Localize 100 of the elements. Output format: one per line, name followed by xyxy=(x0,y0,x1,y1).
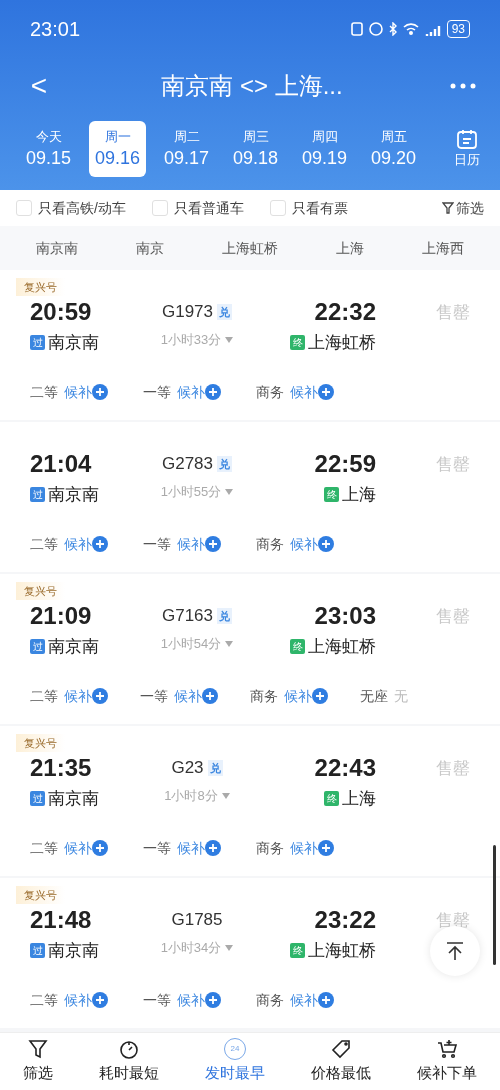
timer-icon xyxy=(118,1038,140,1061)
terminal-mark: 终 xyxy=(324,791,339,807)
arrival-station: 上海虹桥 xyxy=(308,332,376,354)
train-number: G2783 xyxy=(161,453,213,476)
waitlist-link[interactable]: 候补 xyxy=(290,837,318,859)
departure-time: 21:04 xyxy=(30,449,93,479)
checkbox[interactable] xyxy=(269,200,286,216)
departure-time: 21:48 xyxy=(30,905,93,935)
cart-icon xyxy=(436,1038,458,1061)
exchange-badge: 兑 xyxy=(217,607,232,625)
terminal-mark: 终 xyxy=(324,487,339,503)
seat-class: 商务 xyxy=(256,382,284,402)
date-tab[interactable]: 周三 09.18 xyxy=(227,121,284,177)
seat-class: 商务 xyxy=(256,534,284,554)
plus-icon xyxy=(205,840,221,856)
caret-icon[interactable] xyxy=(225,336,234,343)
departure-station: 南京南 xyxy=(48,940,99,962)
filter-option[interactable]: 只看普通车 xyxy=(173,197,244,219)
date-tab[interactable]: 周二 09.17 xyxy=(158,121,215,177)
travel-duration: 1小时33分 xyxy=(160,331,222,349)
plus-icon xyxy=(318,384,334,400)
sort-tab[interactable]: 候补下单 xyxy=(417,1038,477,1085)
seat-class: 二等 xyxy=(30,838,58,858)
date-tab[interactable]: 周五 09.20 xyxy=(365,121,422,177)
sort-tab[interactable]: 筛选 xyxy=(23,1038,53,1085)
pass-mark: 过 xyxy=(30,791,45,807)
arrival-time: 23:22 xyxy=(314,905,376,935)
filter-icon xyxy=(442,202,454,214)
exchange-badge: 兑 xyxy=(207,759,223,777)
waitlist-link[interactable]: 候补 xyxy=(64,685,92,707)
arrival-station: 上海虹桥 xyxy=(308,940,376,962)
waitlist-link[interactable]: 候补 xyxy=(177,533,205,555)
arrival-time: 22:32 xyxy=(314,297,376,327)
train-number: G23 xyxy=(171,757,204,780)
date-tab[interactable]: 周一 09.16 xyxy=(89,121,146,177)
station-filter-tab[interactable]: 上海虹桥 xyxy=(222,237,278,259)
pass-mark: 过 xyxy=(30,487,45,503)
pass-mark: 过 xyxy=(30,335,45,351)
train-number: G1785 xyxy=(171,909,223,932)
waitlist-link[interactable]: 候补 xyxy=(290,533,318,555)
caret-icon[interactable] xyxy=(225,488,234,495)
waitlist-link[interactable]: 候补 xyxy=(284,685,312,707)
departure-time: 21:09 xyxy=(30,601,93,631)
waitlist-link[interactable]: 候补 xyxy=(290,989,318,1011)
waitlist-link[interactable]: 候补 xyxy=(177,837,205,859)
waitlist-link[interactable]: 候补 xyxy=(290,381,318,403)
plus-icon xyxy=(205,384,221,400)
departure-station: 南京南 xyxy=(48,484,99,506)
sort-tab[interactable]: 24 发时最早 xyxy=(205,1038,265,1085)
plus-icon xyxy=(202,688,218,704)
arrival-time: 23:03 xyxy=(314,601,376,631)
calendar-button[interactable]: 日历 xyxy=(454,128,480,170)
seat-class: 商务 xyxy=(256,990,284,1010)
checkbox[interactable] xyxy=(16,200,32,216)
station-filter-tab[interactable]: 南京 xyxy=(136,237,164,259)
date-tab[interactable]: 今天 09.15 xyxy=(20,121,77,177)
seat-class: 一等 xyxy=(143,838,171,858)
filter-button[interactable]: 筛选 xyxy=(442,197,484,219)
waitlist-link[interactable]: 候补 xyxy=(64,989,92,1011)
waitlist-link[interactable]: 候补 xyxy=(64,533,92,555)
travel-duration: 1小时54分 xyxy=(160,635,222,653)
sort-tab[interactable]: 耗时最短 xyxy=(99,1038,159,1085)
seat-availability: 无 xyxy=(394,686,408,706)
plus-icon xyxy=(92,840,108,856)
filter-option[interactable]: 只看高铁/动车 xyxy=(38,197,126,219)
exchange-badge: 兑 xyxy=(217,455,232,473)
sort-tab[interactable]: 价格最低 xyxy=(311,1038,371,1085)
filter-icon xyxy=(27,1038,49,1061)
back-to-top-button[interactable] xyxy=(430,926,480,976)
plus-icon xyxy=(92,688,108,704)
plus-icon xyxy=(318,536,334,552)
arrival-station: 上海 xyxy=(342,788,376,810)
caret-icon[interactable] xyxy=(221,792,230,799)
train-number: G1973 xyxy=(161,301,213,324)
seat-class: 商务 xyxy=(250,686,278,706)
station-filter-tab[interactable]: 上海西 xyxy=(422,237,464,259)
plus-icon xyxy=(205,536,221,552)
date-tab[interactable]: 周四 09.19 xyxy=(296,121,353,177)
station-filter-tab[interactable]: 南京南 xyxy=(36,237,78,259)
waitlist-link[interactable]: 候补 xyxy=(64,837,92,859)
departure-station: 南京南 xyxy=(48,332,99,354)
pass-mark: 过 xyxy=(30,639,45,655)
checkbox[interactable] xyxy=(151,200,168,216)
caret-icon[interactable] xyxy=(225,944,234,951)
waitlist-link[interactable]: 候补 xyxy=(174,685,202,707)
caret-icon[interactable] xyxy=(225,640,234,647)
arrow-up-icon xyxy=(444,940,466,962)
waitlist-link[interactable]: 候补 xyxy=(64,381,92,403)
travel-duration: 1小时34分 xyxy=(160,939,222,957)
waitlist-link[interactable]: 候补 xyxy=(177,989,205,1011)
terminal-mark: 终 xyxy=(290,639,305,655)
arrival-station: 上海 xyxy=(342,484,376,506)
travel-duration: 1小时55分 xyxy=(160,483,222,501)
filter-option[interactable]: 只看有票 xyxy=(291,197,348,219)
back-button[interactable]: < xyxy=(24,65,54,107)
station-filter-tab[interactable]: 上海 xyxy=(336,237,364,259)
seat-class: 一等 xyxy=(143,382,171,402)
more-icon[interactable] xyxy=(450,83,476,89)
waitlist-link[interactable]: 候补 xyxy=(177,381,205,403)
plus-icon xyxy=(318,840,334,856)
